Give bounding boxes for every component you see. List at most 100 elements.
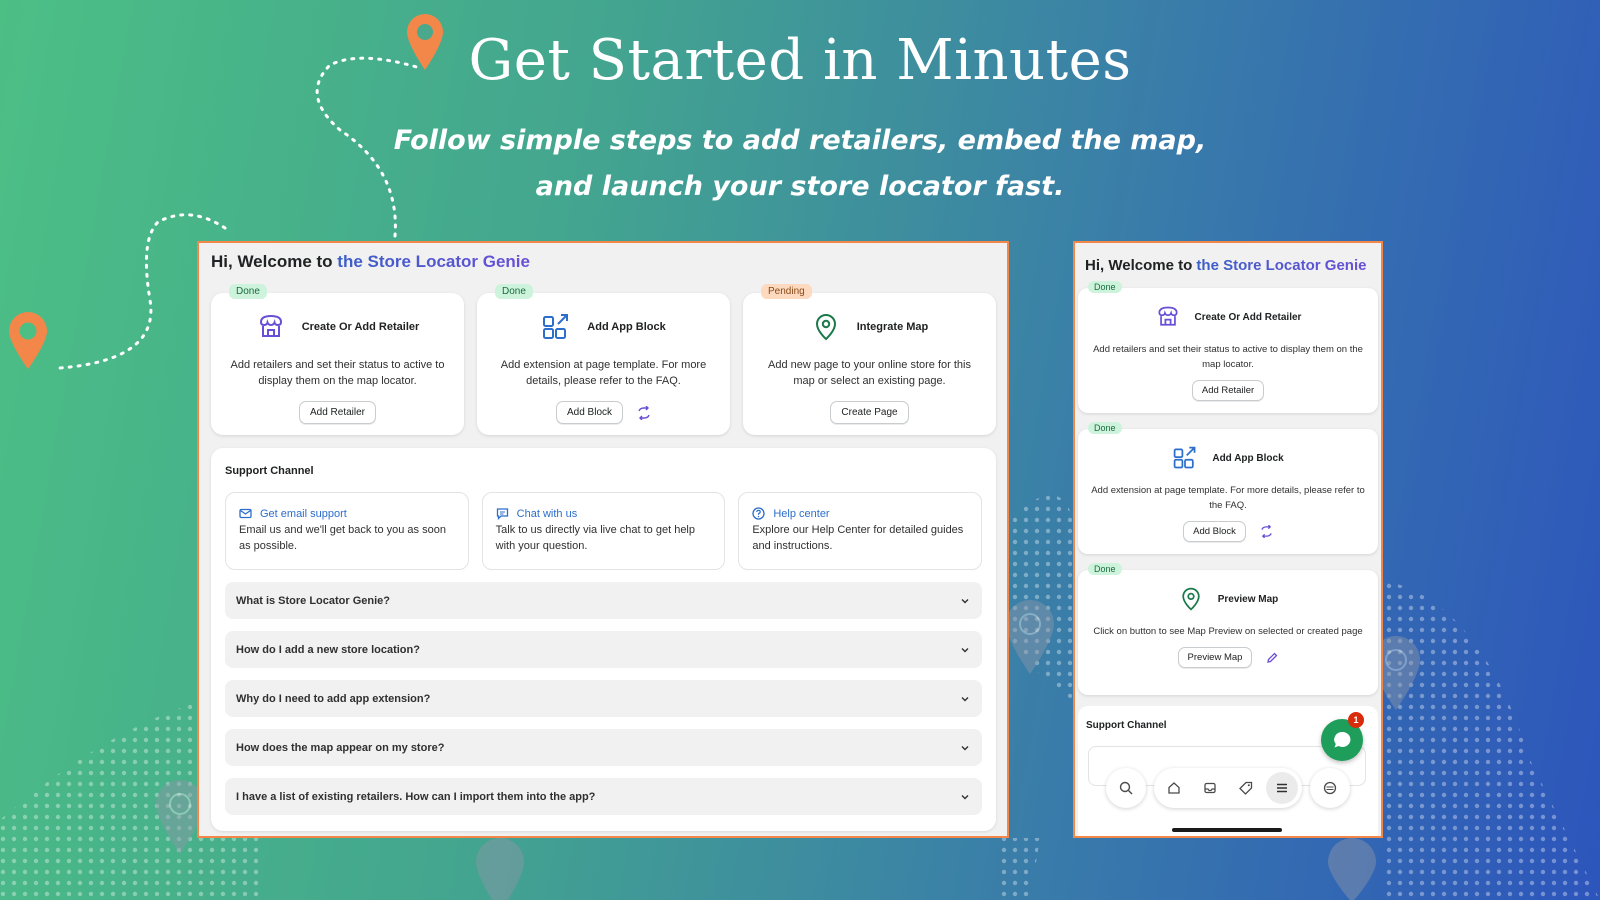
step-title: Add App Block (587, 321, 666, 333)
map-pin-icon (811, 312, 841, 342)
refresh-icon[interactable] (1260, 525, 1273, 538)
channel-title[interactable]: Chat with us (517, 508, 578, 520)
menu-icon (1275, 781, 1289, 795)
add-retailer-button[interactable]: Add Retailer (298, 401, 377, 424)
add-block-button[interactable]: Add Block (1183, 521, 1246, 542)
app-icon (1323, 781, 1337, 795)
faq-item[interactable]: How do I add a new store location? (225, 631, 982, 668)
status-badge: Done (1088, 281, 1122, 293)
home-indicator (1172, 828, 1282, 832)
mobile-step-card-create-retailer: Done Create Or Add Retailer Add retailer… (1078, 281, 1378, 413)
orange-pin-icon (9, 312, 47, 369)
welcome-heading: Hi, Welcome to the Store Locator Genie (211, 252, 530, 272)
chevron-down-icon[interactable] (960, 792, 970, 802)
store-icon (1155, 304, 1181, 330)
step-title: Preview Map (1217, 593, 1279, 605)
step-card-integrate-map: Pending Integrate Map Add new page to yo… (743, 284, 996, 435)
step-description: Add extension at page template. For more… (500, 359, 707, 387)
channel-email-support[interactable]: Get email support Email us and we'll get… (225, 492, 469, 570)
faq-item[interactable]: I have a list of existing retailers. How… (225, 778, 982, 815)
inbox-icon (1203, 781, 1217, 795)
preview-map-button[interactable]: Preview Map (1177, 647, 1253, 668)
tag-icon (1239, 781, 1253, 795)
status-badge: Pending (761, 284, 812, 299)
nav-home[interactable] (1158, 772, 1190, 804)
faq-question: I have a list of existing retailers. How… (236, 790, 596, 803)
desktop-dashboard-panel: Hi, Welcome to the Store Locator Genie D… (197, 241, 1009, 838)
app-block-icon (541, 312, 571, 342)
status-badge: Done (1088, 563, 1122, 575)
chevron-down-icon[interactable] (960, 743, 970, 753)
step-title: Create Or Add Retailer (301, 321, 420, 333)
chat-bubble-icon (1331, 729, 1353, 751)
faq-list: What is Store Locator Genie? How do I ad… (225, 582, 982, 827)
support-title: Support Channel (1086, 720, 1167, 731)
step-description: Add retailers and set their status to ac… (1093, 344, 1363, 370)
welcome-prefix: Hi, Welcome to (1085, 257, 1193, 274)
nav-pill (1154, 768, 1302, 808)
app-block-icon (1172, 445, 1198, 471)
add-retailer-button[interactable]: Add Retailer (1191, 380, 1265, 401)
home-icon (1167, 781, 1181, 795)
hero-subtitle: Follow simple steps to add retailers, em… (0, 118, 1600, 210)
faq-question: How do I add a new store location? (236, 643, 420, 656)
faded-pin-icon (1006, 600, 1054, 674)
status-badge: Done (1088, 422, 1122, 434)
step-title: Integrate Map (856, 321, 929, 333)
email-icon (239, 507, 252, 520)
step-description: Add new page to your online store for th… (767, 359, 971, 387)
hero-subtitle-line-1: Follow simple steps to add retailers, em… (393, 125, 1207, 156)
support-channel-card: Support Channel Get email support Email … (211, 448, 996, 831)
search-button[interactable] (1106, 768, 1146, 808)
step-title: Add App Block (1212, 452, 1284, 464)
hero-title: Get Started in Minutes (468, 28, 1132, 93)
faq-item[interactable]: Why do I need to add app extension? (225, 680, 982, 717)
welcome-heading: Hi, Welcome to the Store Locator Genie (1085, 257, 1366, 274)
channel-help-center[interactable]: Help center Explore our Help Center for … (738, 492, 983, 570)
mobile-step-card-add-app-block: Done Add App Block Add extension at page… (1078, 422, 1378, 554)
chevron-down-icon[interactable] (960, 596, 970, 606)
help-icon (752, 507, 765, 520)
faq-question: Why do I need to add app extension? (236, 692, 431, 705)
app-button[interactable] (1310, 768, 1350, 808)
map-pin-icon (1178, 586, 1204, 612)
chevron-down-icon[interactable] (960, 645, 970, 655)
channel-title[interactable]: Get email support (260, 508, 347, 520)
mobile-bottom-navbar (1106, 768, 1350, 808)
chat-notification-badge: 1 (1348, 712, 1364, 728)
status-badge: Done (229, 284, 267, 299)
channel-description: Email us and we'll get back to you as so… (239, 524, 446, 552)
edit-pencil-icon[interactable] (1266, 652, 1278, 664)
support-title: Support Channel (225, 465, 314, 477)
nav-inbox[interactable] (1194, 772, 1226, 804)
step-title: Create Or Add Retailer (1194, 311, 1302, 323)
search-icon (1119, 781, 1133, 795)
step-description: Click on button to see Map Preview on se… (1093, 626, 1363, 637)
chevron-down-icon[interactable] (960, 694, 970, 704)
hero-subtitle-line-2: and launch your store locator fast. (535, 171, 1065, 202)
channel-description: Talk to us directly via live chat to get… (495, 524, 695, 552)
status-badge: Done (495, 284, 533, 299)
welcome-prefix: Hi, Welcome to (211, 252, 333, 271)
channel-title[interactable]: Help center (773, 508, 829, 520)
faq-question: How does the map appear on my store? (236, 741, 445, 754)
step-description: Add extension at page template. For more… (1091, 485, 1365, 511)
step-card-create-retailer: Done Create Or Add Retailer Add retailer… (211, 284, 464, 435)
faq-question: What is Store Locator Genie? (236, 594, 391, 607)
create-page-button[interactable]: Create Page (830, 401, 909, 424)
store-icon (256, 312, 286, 342)
mobile-step-card-preview-map: Done Preview Map Click on button to see … (1078, 563, 1378, 695)
nav-menu[interactable] (1266, 772, 1298, 804)
welcome-brand: the Store Locator Genie (1196, 257, 1367, 274)
setup-steps: Done Create Or Add Retailer Add retailer… (211, 284, 996, 435)
step-card-add-app-block: Done Add App Block Add extension at page… (477, 284, 730, 435)
chat-icon (496, 507, 509, 520)
refresh-icon[interactable] (637, 405, 651, 420)
add-block-button[interactable]: Add Block (555, 401, 624, 424)
step-description: Add retailers and set their status to ac… (230, 359, 445, 387)
nav-tags[interactable] (1230, 772, 1262, 804)
faq-item[interactable]: How does the map appear on my store? (225, 729, 982, 766)
welcome-brand: the Store Locator Genie (337, 252, 530, 271)
faq-item[interactable]: What is Store Locator Genie? (225, 582, 982, 619)
channel-chat-with-us[interactable]: Chat with us Talk to us directly via liv… (481, 492, 726, 570)
